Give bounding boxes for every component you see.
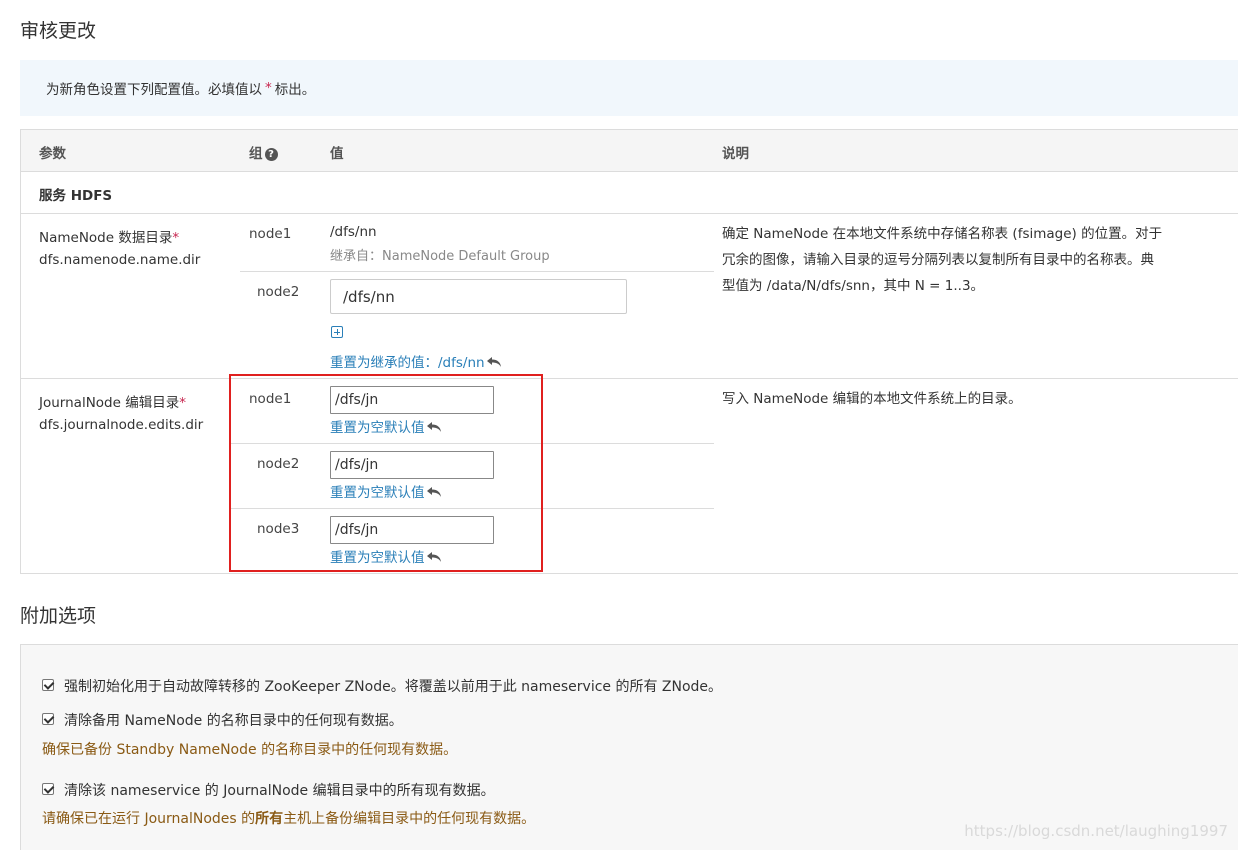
watermark: https://blog.csdn.net/laughing1997 [964,822,1228,840]
option-label: 清除该 nameservice 的 JournalNode 编辑目录中的所有现有… [64,783,495,799]
inherited-text: 继承自：NameNode Default Group [330,249,550,264]
question-circle-icon[interactable]: ? [264,148,278,161]
namenode-dir-input[interactable] [330,279,627,314]
required-star: * [172,230,180,246]
service-row: 服务 HDFS [21,172,1238,214]
namenode-description: 确定 NameNode 在本地文件系统中存储名称表 (fsimage) 的位置。… [722,221,1202,299]
banner-text: 为新角色设置下列配置值。必填值以 [46,82,262,98]
table-header: 参数 组? 值 说明 [21,130,1238,172]
header-value: 值 [330,146,344,162]
section-title-options: 附加选项 [20,605,97,627]
node-label: node1 [249,226,292,242]
warning-text: 确保已备份 Standby NameNode 的名称目录中的任何现有数据。 [42,742,458,758]
warning-emphasis: 所有 [255,811,284,827]
config-table: 参数 组? 值 说明 服务 HDFS NameNode 数据目录* dfs.na… [20,129,1238,574]
plus-square-icon[interactable] [331,326,343,338]
page-title: 审核更改 [20,20,97,42]
info-banner: 为新角色设置下列配置值。必填值以 * 标出。 [20,60,1238,116]
header-param: 参数 [39,146,66,162]
param-key-namenode: dfs.namenode.name.dir [39,252,201,268]
checkbox-clear-journalnode-dirs[interactable] [42,783,54,795]
header-desc: 说明 [722,146,749,162]
warning-part: 主机上备份编辑目录中的任何现有数据。 [283,811,536,827]
node-label: node2 [257,284,300,300]
banner-text-end: 标出。 [274,82,316,98]
param-name-namenode: NameNode 数据目录* [39,226,179,246]
warning-text: 请确保已在运行 JournalNodes 的所有主机上备份编辑目录中的任何现有数… [42,808,535,828]
highlight-annotation-box [229,374,543,572]
description-line: 型值为 /data/N/dfs/snn，其中 N = 1..3。 [722,278,985,294]
param-label: NameNode 数据目录 [39,230,173,246]
service-label: 服务 HDFS [39,188,113,204]
undo-icon[interactable] [486,357,502,368]
value-text: /dfs/nn [330,224,377,240]
param-name-journalnode: JournalNode 编辑目录* [39,391,186,411]
option-label: 强制初始化用于自动故障转移的 ZooKeeper ZNode。将覆盖以前用于此 … [64,679,723,695]
description-line: 确定 NameNode 在本地文件系统中存储名称表 (fsimage) 的位置。… [722,226,1163,242]
required-star: * [179,395,186,411]
options-panel: 强制初始化用于自动故障转移的 ZooKeeper ZNode。将覆盖以前用于此 … [20,644,1238,850]
param-label: JournalNode 编辑目录 [39,395,180,411]
divider [240,271,714,272]
row-divider [21,378,1238,379]
reset-inherited-link[interactable]: 重置为继承的值：/dfs/nn [330,351,502,371]
header-group-label: 组 [249,146,263,162]
checkbox-force-init-znode[interactable] [42,679,54,691]
param-key-journalnode: dfs.journalnode.edits.dir [39,417,204,433]
description-line: 冗余的图像，请输入目录的逗号分隔列表以复制所有目录中的名称表。典 [722,252,1154,268]
journalnode-description: 写入 NameNode 编辑的本地文件系统上的目录。 [722,391,1022,407]
required-star: * [265,80,272,96]
option-label: 清除备用 NameNode 的名称目录中的任何现有数据。 [64,713,403,729]
header-group: 组? [249,142,278,162]
checkbox-clear-standby-namenode[interactable] [42,713,54,725]
reset-link-text[interactable]: 重置为继承的值：/dfs/nn [330,355,485,371]
warning-part: 请确保已在运行 JournalNodes 的 [42,811,256,827]
